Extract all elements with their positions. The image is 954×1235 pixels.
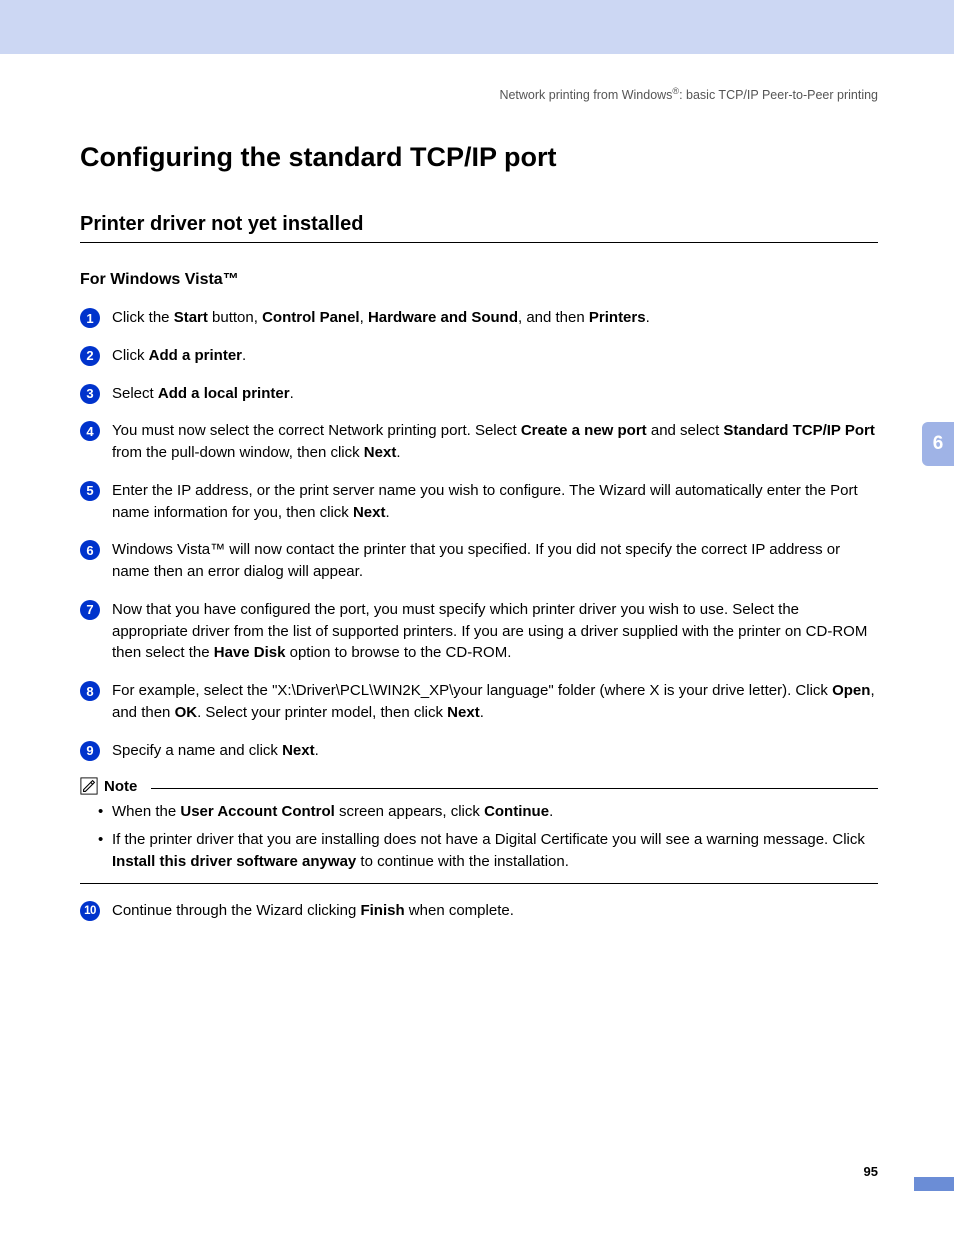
note-header: Note bbox=[80, 777, 878, 795]
step-text: Now that you have configured the port, y… bbox=[112, 599, 878, 664]
page-title: Configuring the standard TCP/IP port bbox=[80, 142, 878, 173]
note-item: When the User Account Control screen app… bbox=[98, 801, 878, 823]
step-text: You must now select the correct Network … bbox=[112, 420, 878, 464]
breadcrumb-prefix: Network printing from Windows bbox=[499, 88, 672, 102]
note-label: Note bbox=[104, 778, 137, 795]
step-text: For example, select the "X:\Driver\PCL\W… bbox=[112, 680, 878, 724]
step-item: 9 Specify a name and click Next. bbox=[80, 740, 878, 762]
step-number-badge: 7 bbox=[80, 600, 100, 620]
note-divider-bottom bbox=[80, 883, 878, 884]
step-item: 6 Windows Vista™ will now contact the pri… bbox=[80, 539, 878, 583]
note-item: If the printer driver that you are insta… bbox=[98, 829, 878, 873]
step-item: 10 Continue through the Wizard clicking … bbox=[80, 900, 878, 922]
steps-list: 1 Click the Start button, Control Panel, … bbox=[80, 307, 878, 761]
step-text: Enter the IP address, or the print serve… bbox=[112, 480, 878, 524]
breadcrumb: Network printing from Windows®: basic TC… bbox=[80, 86, 878, 102]
step-item: 5 Enter the IP address, or the print serv… bbox=[80, 480, 878, 524]
step-text: Click Add a printer. bbox=[112, 345, 878, 367]
step-number-badge: 10 bbox=[80, 901, 100, 921]
section-heading: Printer driver not yet installed bbox=[80, 213, 878, 243]
page-content: Network printing from Windows®: basic TC… bbox=[0, 54, 954, 921]
step-number-badge: 1 bbox=[80, 308, 100, 328]
subsection-heading: For Windows Vista™ bbox=[80, 271, 878, 289]
step-text: Specify a name and click Next. bbox=[112, 740, 878, 762]
step-text: Windows Vista™ will now contact the prin… bbox=[112, 539, 878, 583]
step-number-badge: 8 bbox=[80, 681, 100, 701]
step-item: 1 Click the Start button, Control Panel, … bbox=[80, 307, 878, 329]
chapter-tab: 6 bbox=[922, 422, 954, 466]
step-item: 3 Select Add a local printer. bbox=[80, 383, 878, 405]
step-text: Click the Start button, Control Panel, H… bbox=[112, 307, 878, 329]
corner-accent bbox=[914, 1177, 954, 1191]
note-pencil-icon bbox=[80, 777, 98, 795]
step-number-badge: 5 bbox=[80, 481, 100, 501]
step-item: 4 You must now select the correct Network… bbox=[80, 420, 878, 464]
page-number: 95 bbox=[864, 1164, 878, 1179]
top-color-band bbox=[0, 0, 954, 54]
step-number-badge: 2 bbox=[80, 346, 100, 366]
step-number-badge: 3 bbox=[80, 384, 100, 404]
step-number-badge: 9 bbox=[80, 741, 100, 761]
note-divider-top bbox=[151, 788, 878, 789]
step-item: 7 Now that you have configured the port, … bbox=[80, 599, 878, 664]
step-item: 2 Click Add a printer. bbox=[80, 345, 878, 367]
breadcrumb-suffix: : basic TCP/IP Peer-to-Peer printing bbox=[679, 88, 878, 102]
step-text: Select Add a local printer. bbox=[112, 383, 878, 405]
step-item: 8 For example, select the "X:\Driver\PCL\… bbox=[80, 680, 878, 724]
note-block: Note When the User Account Control scree… bbox=[80, 777, 878, 883]
step-number-badge: 4 bbox=[80, 421, 100, 441]
step-number-badge: 6 bbox=[80, 540, 100, 560]
note-items: When the User Account Control screen app… bbox=[80, 801, 878, 872]
step-text: Continue through the Wizard clicking Fin… bbox=[112, 900, 878, 922]
